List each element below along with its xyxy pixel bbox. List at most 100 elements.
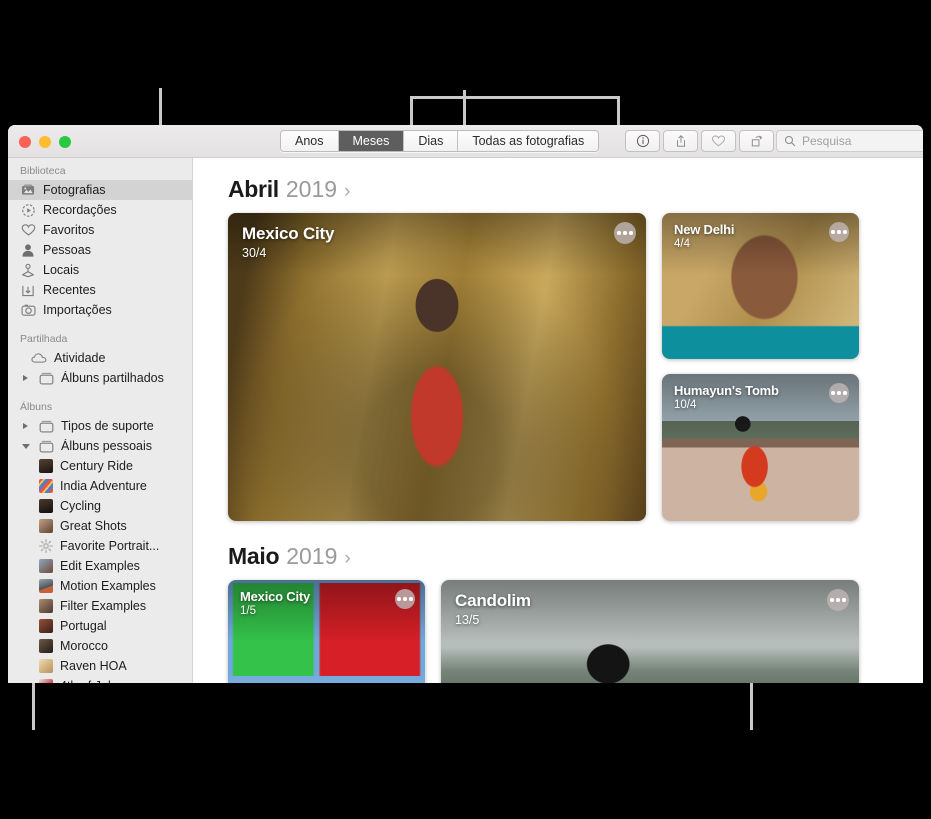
more-options-icon[interactable] — [395, 589, 415, 609]
album-thumbnail — [39, 459, 53, 473]
sidebar-item-label: Pessoas — [43, 243, 91, 257]
places-pin-icon — [20, 262, 36, 278]
photo-grid-content[interactable]: Abril 2019 › Mexico City 30/4 New Delhi … — [194, 158, 923, 683]
album-thumbnail — [39, 659, 53, 673]
tab-meses[interactable]: Meses — [338, 131, 405, 151]
album-thumbnail — [39, 559, 53, 573]
disclosure-triangle-closed[interactable] — [20, 375, 31, 381]
tab-todas-as-fotografias[interactable]: Todas as fotografias — [458, 131, 599, 151]
share-button[interactable] — [663, 130, 698, 152]
sidebar-item-filter-examples[interactable]: Filter Examples — [8, 596, 192, 616]
sidebar-item-recentes[interactable]: Recentes — [8, 280, 192, 300]
sidebar-item-portugal[interactable]: Portugal — [8, 616, 192, 636]
photo-date: 1/5 — [240, 605, 256, 617]
disclosure-triangle-open[interactable] — [20, 443, 31, 449]
photo-caption: New Delhi 4/4 — [674, 222, 735, 250]
more-options-icon[interactable] — [614, 222, 636, 244]
sidebar-item-great-shots[interactable]: Great Shots — [8, 516, 192, 536]
sidebar-item-fotografias[interactable]: Fotografias — [8, 180, 192, 200]
chevron-right-icon[interactable]: › — [344, 548, 350, 570]
photo-date: 10/4 — [674, 399, 697, 411]
album-icon — [38, 438, 54, 454]
album-thumbnail — [39, 579, 53, 593]
sidebar-item-favorite-portraits[interactable]: Favorite Portrait... — [8, 536, 192, 556]
more-options-icon[interactable] — [829, 222, 849, 242]
sidebar-item-favoritos[interactable]: Favoritos — [8, 220, 192, 240]
more-options-icon[interactable] — [827, 589, 849, 611]
photo-date: 13/5 — [455, 613, 480, 627]
sidebar-item-recordacoes[interactable]: Recordações — [8, 200, 192, 220]
month-header-maio[interactable]: Maio 2019 › — [194, 521, 923, 580]
photo-card-mexico-city-may[interactable]: Mexico City 1/5 — [228, 580, 425, 683]
sidebar-item-label: Álbuns pessoais — [61, 439, 153, 453]
photos-icon — [20, 182, 36, 198]
disclosure-triangle-closed[interactable] — [20, 423, 31, 429]
month-grid-maio: Mexico City 1/5 Candolim 13/5 — [194, 580, 923, 683]
cloud-icon — [31, 350, 47, 366]
sidebar-item-edit-examples[interactable]: Edit Examples — [8, 556, 192, 576]
sidebar-item-label: Importações — [43, 303, 112, 317]
photo-card-humayuns-tomb[interactable]: Humayun's Tomb 10/4 — [662, 374, 859, 521]
window-controls[interactable] — [19, 136, 71, 148]
photo-card-mexico-city-apr[interactable]: Mexico City 30/4 — [228, 213, 646, 521]
search-placeholder: Pesquisa — [802, 134, 852, 148]
tab-anos[interactable]: Anos — [281, 131, 339, 151]
month-year: 2019 — [285, 176, 338, 202]
sidebar-item-pessoas[interactable]: Pessoas — [8, 240, 192, 260]
heart-icon — [20, 222, 36, 238]
album-icon — [38, 370, 54, 386]
recents-download-icon — [20, 282, 36, 298]
info-button[interactable] — [625, 130, 660, 152]
photo-caption: Mexico City 30/4 — [242, 224, 334, 260]
photos-app-window: Anos Meses Dias Todas as fotografias Pes… — [8, 125, 923, 683]
sidebar-item-atividade[interactable]: Atividade — [8, 348, 192, 368]
sidebar-item-albuns-partilhados[interactable]: Álbuns partilhados — [8, 368, 192, 388]
sidebar-item-label: Tipos de suporte — [61, 419, 154, 433]
tab-dias[interactable]: Dias — [404, 131, 459, 151]
sidebar-item-4th-of-july[interactable]: 4th of July — [8, 676, 192, 683]
sidebar-item-motion-examples[interactable]: Motion Examples — [8, 576, 192, 596]
month-year: 2019 — [286, 543, 338, 569]
close-button[interactable] — [19, 136, 31, 148]
minimize-button[interactable] — [39, 136, 51, 148]
info-icon — [636, 134, 649, 148]
zoom-button[interactable] — [59, 136, 71, 148]
sidebar-section-biblioteca: Biblioteca — [20, 165, 66, 177]
sidebar-item-tipos-de-suporte[interactable]: Tipos de suporte — [8, 416, 192, 436]
photo-title: Mexico City — [242, 224, 335, 243]
photo-title: Humayun's Tomb — [674, 383, 779, 398]
favorite-button[interactable] — [701, 130, 736, 152]
month-header-abril[interactable]: Abril 2019 › — [194, 158, 923, 213]
sidebar-item-morocco[interactable]: Morocco — [8, 636, 192, 656]
sidebar-item-albuns-pessoais[interactable]: Álbuns pessoais — [8, 436, 192, 456]
search-field[interactable]: Pesquisa — [776, 130, 923, 152]
photo-card-new-delhi[interactable]: New Delhi 4/4 — [662, 213, 859, 359]
sidebar-item-importacoes[interactable]: Importações — [8, 300, 192, 320]
photo-title: Mexico City — [240, 589, 311, 604]
sidebar-item-raven-hoa[interactable]: Raven HOA — [8, 656, 192, 676]
sidebar-item-label: Motion Examples — [60, 579, 156, 593]
sidebar-item-label: Atividade — [54, 351, 106, 365]
chevron-right-icon[interactable]: › — [344, 181, 350, 203]
rotate-icon — [751, 135, 762, 147]
photo-title: New Delhi — [674, 222, 735, 237]
sidebar-item-label: India Adventure — [60, 479, 147, 493]
album-thumbnail — [39, 679, 53, 683]
more-options-icon[interactable] — [829, 383, 849, 403]
sidebar-item-locais[interactable]: Locais — [8, 260, 192, 280]
album-thumbnail — [39, 519, 53, 533]
sidebar-item-india-adventure[interactable]: India Adventure — [8, 476, 192, 496]
sidebar-item-label: Portugal — [60, 619, 107, 633]
sidebar[interactable]: Biblioteca Fotografias Recordações Favor… — [8, 158, 193, 683]
sidebar-section-partilhada: Partilhada — [20, 333, 68, 345]
sidebar-item-label: Cycling — [60, 499, 101, 513]
rotate-button[interactable] — [739, 130, 774, 152]
sidebar-item-label: Favoritos — [43, 223, 95, 237]
photo-date: 4/4 — [674, 238, 690, 250]
photo-card-candolim[interactable]: Candolim 13/5 — [441, 580, 859, 683]
sidebar-item-century-ride[interactable]: Century Ride — [8, 456, 192, 476]
view-mode-segmented-control[interactable]: Anos Meses Dias Todas as fotografias — [280, 130, 600, 152]
sidebar-item-cycling[interactable]: Cycling — [8, 496, 192, 516]
sidebar-item-label: Filter Examples — [60, 599, 147, 613]
sidebar-item-label: Álbuns partilhados — [61, 371, 164, 385]
